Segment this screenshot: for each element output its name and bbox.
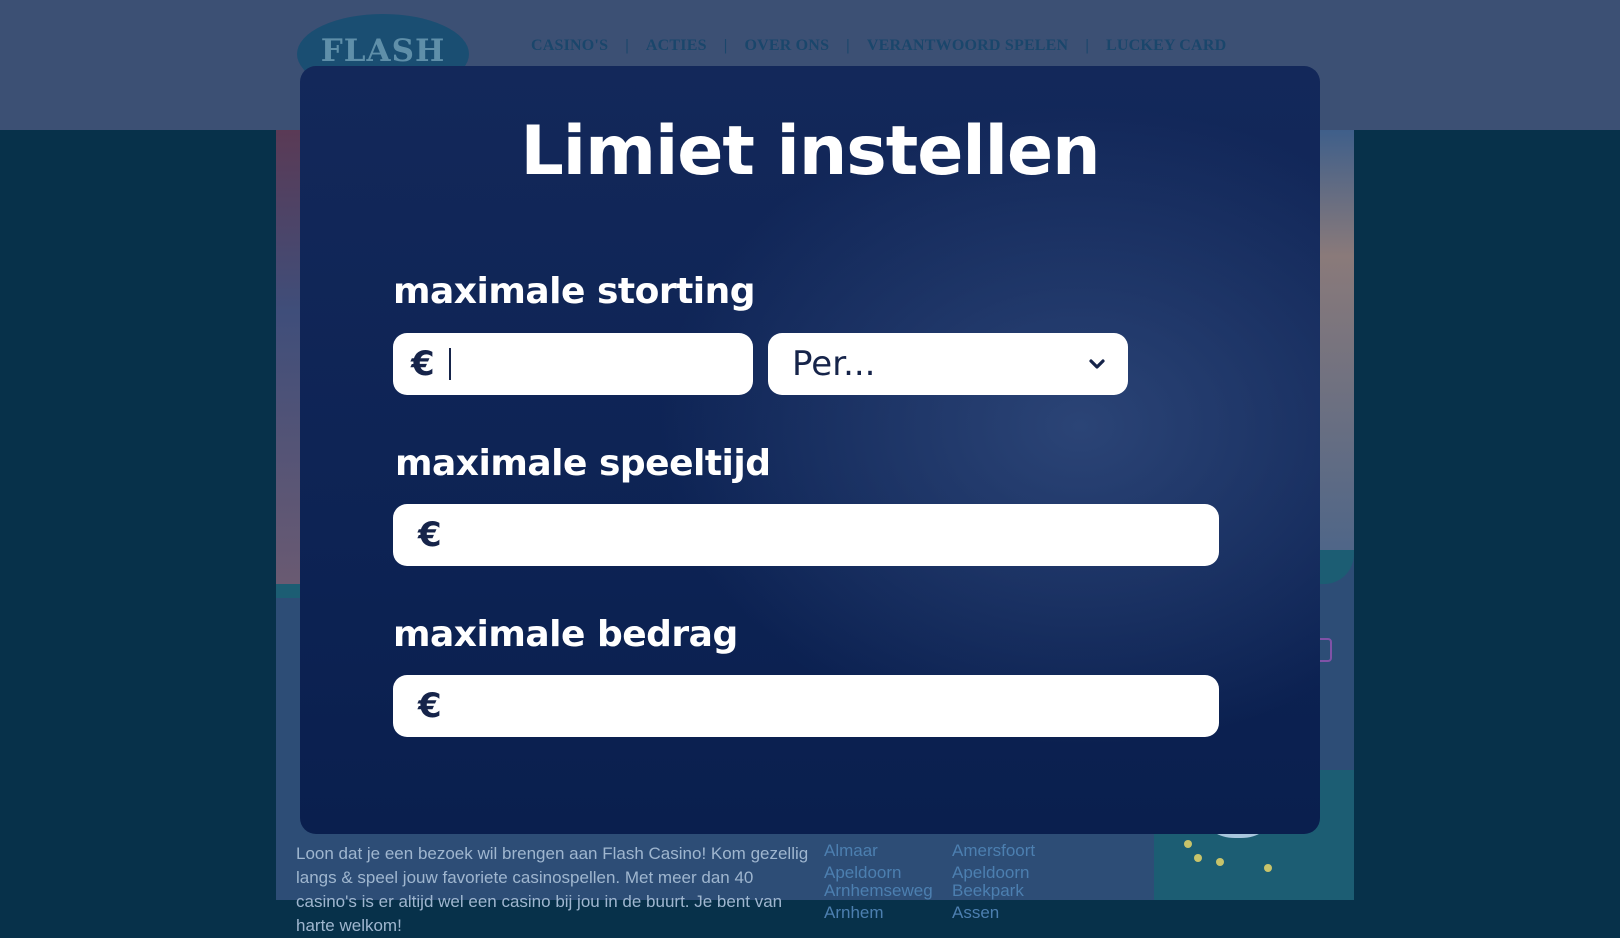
deposit-amount-input[interactable] xyxy=(450,339,753,389)
main-nav: CASINO'S | ACTIES | OVER ONS | VERANTWOO… xyxy=(531,37,1226,55)
hero-image-right xyxy=(1314,130,1354,550)
nav-item-over-ons[interactable]: OVER ONS xyxy=(744,37,829,55)
euro-icon: € xyxy=(418,686,442,726)
nav-separator: | xyxy=(723,37,728,54)
location-link[interactable]: Amersfoort xyxy=(952,842,1080,860)
euro-icon: € xyxy=(411,344,435,384)
playtime-input-box[interactable]: € xyxy=(393,504,1219,566)
amount-input[interactable] xyxy=(449,681,1219,731)
nav-item-verantwoord-spelen[interactable]: VERANTWOORD SPELEN xyxy=(867,37,1068,55)
nav-item-acties[interactable]: ACTIES xyxy=(646,37,707,55)
nav-item-casinos[interactable]: CASINO'S xyxy=(531,37,608,55)
location-link[interactable]: Assen xyxy=(952,904,1080,922)
nav-separator: | xyxy=(625,37,629,54)
limit-modal: Limiet instellen maximale storting € Per… xyxy=(300,66,1320,834)
map-location-dot[interactable] xyxy=(1216,858,1224,866)
deposit-period-select[interactable]: Per... xyxy=(768,333,1128,395)
nav-separator: | xyxy=(846,37,850,54)
map-location-dot[interactable] xyxy=(1184,840,1192,848)
location-link[interactable]: Arnhem xyxy=(824,904,952,922)
euro-icon: € xyxy=(418,515,442,555)
nav-separator: | xyxy=(1085,37,1090,54)
nav-item-luckey-card[interactable]: LUCKEY CARD xyxy=(1106,37,1226,55)
deposit-label: maximale storting xyxy=(393,271,756,312)
amount-input-box[interactable]: € xyxy=(393,675,1219,737)
amount-label: maximale bedrag xyxy=(393,614,738,655)
chevron-down-icon xyxy=(1089,359,1105,369)
modal-title: Limiet instellen xyxy=(520,112,1100,191)
location-list: Almaar Amersfoort Apeldoorn Arnhemseweg … xyxy=(824,842,1080,926)
playtime-input[interactable] xyxy=(449,510,1219,560)
map-location-dot[interactable] xyxy=(1194,854,1202,862)
playtime-label: maximale speeltijd xyxy=(395,443,771,484)
location-link[interactable]: Apeldoorn Beekpark xyxy=(952,864,1080,900)
map-location-dot[interactable] xyxy=(1264,864,1272,872)
deposit-input-box[interactable]: € xyxy=(393,333,753,395)
location-link[interactable]: Apeldoorn Arnhemseweg xyxy=(824,864,952,900)
decorative-band xyxy=(1314,550,1354,584)
promo-text: Loon dat je een bezoek wil brengen aan F… xyxy=(296,844,809,935)
location-link[interactable]: Almaar xyxy=(824,842,952,860)
deposit-period-value: Per... xyxy=(792,344,876,384)
